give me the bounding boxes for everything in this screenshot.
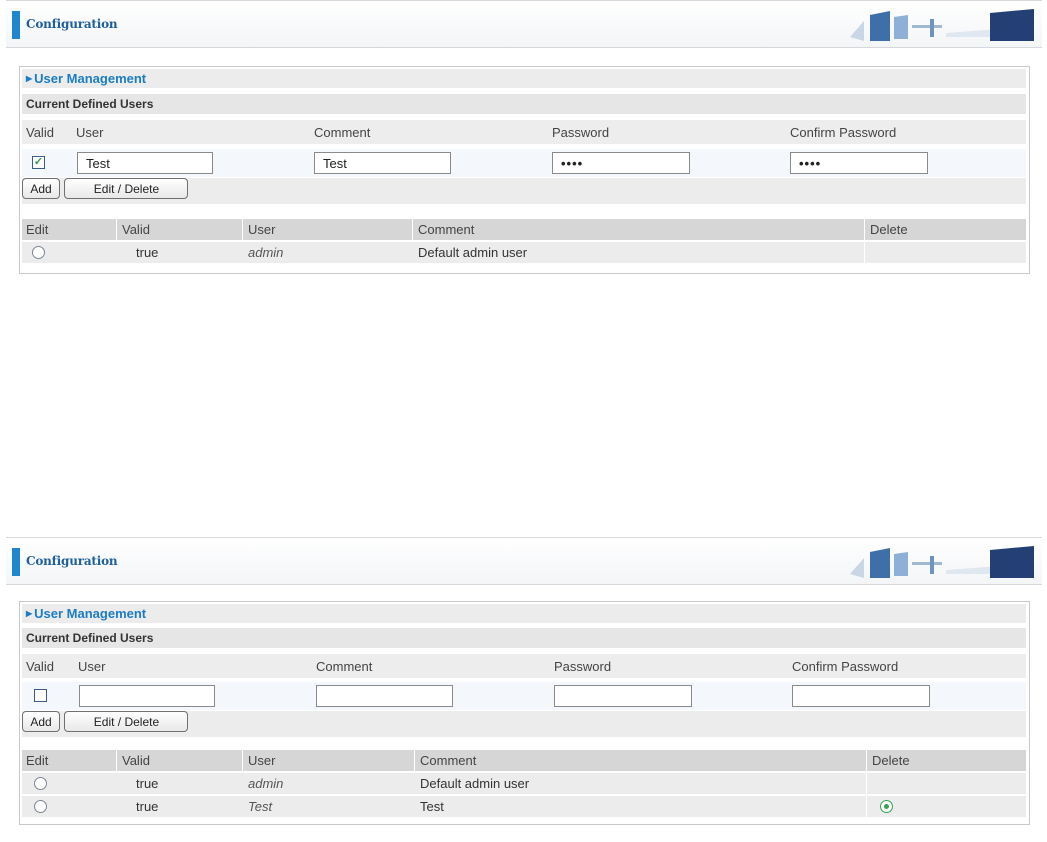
- header-accent-bar: [12, 548, 20, 576]
- valid-checkbox[interactable]: [34, 689, 47, 702]
- row-valid: true: [136, 245, 159, 260]
- page-header: Configuration: [6, 0, 1042, 48]
- input-column-headers: Valid User Comment Password Confirm Pass…: [22, 120, 1026, 144]
- edit-delete-button[interactable]: Edit / Delete: [64, 178, 189, 199]
- header-password: Password: [554, 659, 612, 674]
- row-user: admin: [248, 776, 284, 791]
- header-valid: Valid: [26, 125, 54, 140]
- header-valid: Valid: [26, 659, 54, 674]
- edit-radio[interactable]: [34, 777, 47, 790]
- network-banner-icon: [850, 546, 1034, 578]
- triangle-right-icon: ▶: [26, 609, 33, 618]
- add-button[interactable]: Add: [22, 711, 60, 732]
- page-title: Configuration: [26, 17, 118, 31]
- confirm-password-input[interactable]: [792, 685, 930, 707]
- header-confirm-password: Confirm Password: [792, 659, 899, 674]
- row-comment: Test: [420, 799, 444, 814]
- action-buttons-row: Add Edit / Delete: [22, 711, 1026, 737]
- list-header-user: User: [248, 222, 276, 237]
- valid-checkbox[interactable]: ✓: [32, 156, 45, 169]
- row-valid: true: [136, 776, 159, 791]
- user-input[interactable]: [79, 685, 215, 707]
- page-title: Configuration: [26, 554, 118, 568]
- section-title: ▶ User Management: [22, 69, 1026, 89]
- list-header-comment: Comment: [418, 222, 475, 237]
- input-column-headers: Valid User Comment Password Confirm Pass…: [22, 654, 1026, 678]
- action-buttons-row: Add Edit / Delete: [22, 178, 1026, 204]
- new-user-input-row: ✓: [22, 149, 1026, 177]
- delete-radio[interactable]: [880, 800, 893, 813]
- edit-radio[interactable]: [32, 246, 45, 259]
- table-row: true admin Default admin user: [22, 772, 1026, 794]
- list-header-delete: Delete: [872, 753, 910, 768]
- page-header: Configuration: [6, 537, 1042, 585]
- confirm-password-input[interactable]: [790, 152, 928, 174]
- add-button[interactable]: Add: [22, 178, 60, 199]
- user-management-section: ▶ User Management Current Defined Users V…: [19, 601, 1030, 825]
- subsection-title: Current Defined Users: [22, 94, 1026, 114]
- header-user: User: [78, 659, 106, 674]
- header-comment: Comment: [316, 659, 373, 674]
- row-comment: Default admin user: [418, 245, 528, 260]
- user-management-section: ▶ User Management Current Defined Users V…: [19, 66, 1030, 274]
- row-user: Test: [248, 799, 273, 814]
- user-list-header: Edit Valid User Comment Delete: [22, 750, 1026, 771]
- section-title: ▶ User Management: [22, 604, 1026, 624]
- list-header-user: User: [248, 753, 276, 768]
- header-accent-bar: [12, 11, 20, 39]
- header-confirm-password: Confirm Password: [790, 125, 897, 140]
- comment-input[interactable]: [316, 685, 453, 707]
- row-user: admin: [248, 245, 284, 260]
- list-header-comment: Comment: [420, 753, 477, 768]
- table-row: true Test Test: [22, 795, 1026, 817]
- subsection-title: Current Defined Users: [22, 628, 1026, 648]
- list-header-delete: Delete: [870, 222, 908, 237]
- comment-input[interactable]: [314, 152, 451, 174]
- list-header-valid: Valid: [122, 753, 150, 768]
- header-password: Password: [552, 125, 610, 140]
- row-valid: true: [136, 799, 159, 814]
- user-input[interactable]: [77, 152, 213, 174]
- new-user-input-row: [22, 682, 1026, 710]
- row-comment: Default admin user: [420, 776, 530, 791]
- table-row: true admin Default admin user: [22, 241, 1026, 263]
- header-comment: Comment: [314, 125, 371, 140]
- configuration-panel-before: Configuration ▶ User Management Current D…: [0, 0, 1047, 274]
- user-list-header: Edit Valid User Comment Delete: [22, 219, 1026, 240]
- configuration-panel-after: Configuration ▶ User Management Current D…: [0, 537, 1047, 825]
- list-header-valid: Valid: [122, 222, 150, 237]
- list-header-edit: Edit: [26, 753, 49, 768]
- password-input[interactable]: [554, 685, 692, 707]
- password-input[interactable]: [552, 152, 690, 174]
- triangle-right-icon: ▶: [26, 74, 33, 83]
- network-banner-icon: [850, 9, 1034, 41]
- checkmark-icon: ✓: [33, 156, 44, 168]
- list-header-edit: Edit: [26, 222, 49, 237]
- header-user: User: [76, 125, 104, 140]
- edit-radio[interactable]: [34, 800, 47, 813]
- edit-delete-button[interactable]: Edit / Delete: [64, 711, 189, 732]
